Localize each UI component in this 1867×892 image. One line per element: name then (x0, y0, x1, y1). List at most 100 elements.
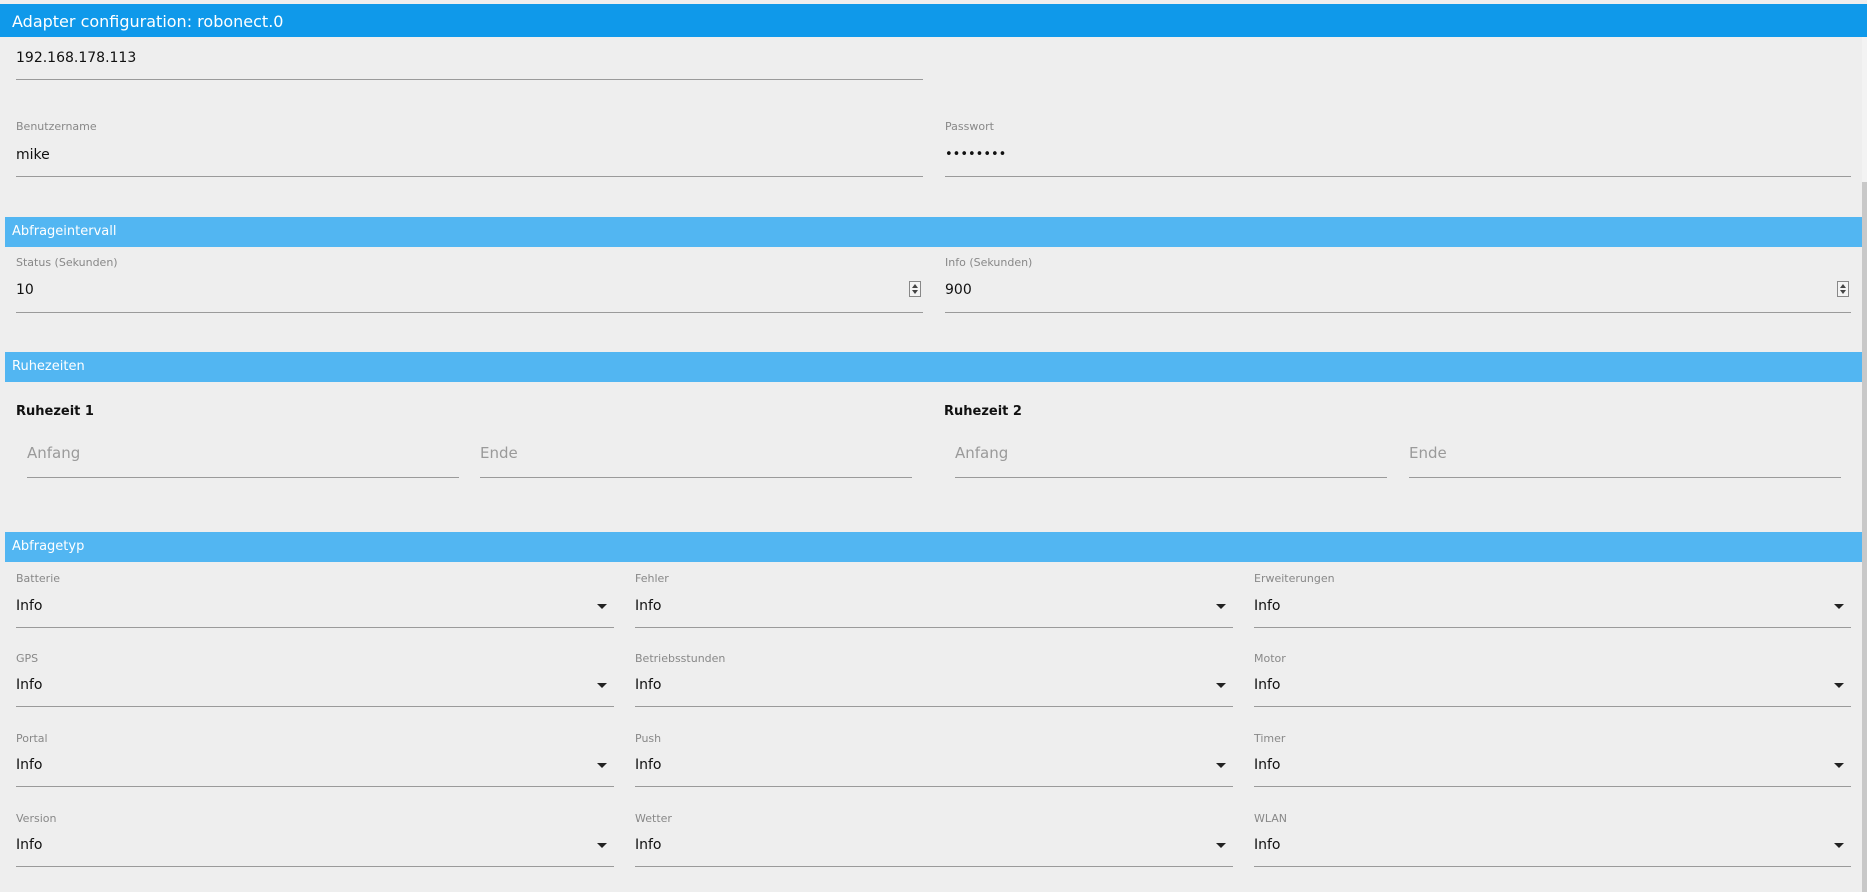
rest-time-2-end-input[interactable]: Ende (1409, 444, 1841, 478)
field-underline (16, 627, 614, 628)
spinner-up-icon[interactable] (912, 284, 918, 288)
select-value: Info (16, 757, 43, 773)
select-label: Portal (16, 732, 48, 745)
placeholder: Ende (480, 444, 518, 462)
field-underline (945, 312, 1851, 313)
field-underline (1254, 786, 1851, 787)
field-underline (635, 627, 1233, 628)
field-underline (1254, 706, 1851, 707)
dropdown-caret-icon[interactable] (1834, 683, 1844, 688)
username-field[interactable]: Benutzername mike (16, 120, 923, 177)
number-spinner-icon[interactable] (909, 281, 921, 297)
field-underline (16, 706, 614, 707)
window-title: Adapter configuration: robonect.0 (12, 12, 284, 31)
rest-time-1-end-input[interactable]: Ende (480, 444, 912, 478)
field-underline (635, 706, 1233, 707)
spinner-down-icon[interactable] (1840, 290, 1846, 294)
dropdown-caret-icon[interactable] (1834, 843, 1844, 848)
select-value: Info (1254, 598, 1281, 614)
select-extensions[interactable]: Erweiterungen Info (1254, 572, 1851, 628)
field-underline (1254, 627, 1851, 628)
field-underline (16, 79, 923, 80)
section-title: Ruhezeiten (12, 359, 85, 374)
select-value: Info (16, 677, 43, 693)
select-label: Motor (1254, 652, 1286, 665)
rest-time-1-start-input[interactable]: Anfang (27, 444, 459, 478)
select-errors[interactable]: Fehler Info (635, 572, 1233, 628)
select-label: Version (16, 812, 57, 825)
rest-time-2-heading: Ruhezeit 2 (944, 404, 1022, 419)
info-seconds-value: 900 (945, 282, 972, 298)
spinner-down-icon[interactable] (912, 290, 918, 294)
dropdown-caret-icon[interactable] (1216, 763, 1226, 768)
select-value: Info (16, 598, 43, 614)
field-underline (16, 176, 923, 177)
number-spinner-icon[interactable] (1837, 281, 1849, 297)
placeholder: Ende (1409, 444, 1447, 462)
field-underline (27, 477, 459, 478)
placeholder: Anfang (955, 444, 1009, 462)
section-header-query-type: Abfragetyp (5, 532, 1862, 562)
dropdown-caret-icon[interactable] (597, 683, 607, 688)
dropdown-caret-icon[interactable] (597, 763, 607, 768)
select-version[interactable]: Version Info (16, 812, 614, 867)
select-value: Info (1254, 757, 1281, 773)
rest-time-2-start-input[interactable]: Anfang (955, 444, 1387, 478)
select-label: Wetter (635, 812, 672, 825)
select-label: Push (635, 732, 662, 745)
field-underline (480, 477, 912, 478)
select-operating-hours[interactable]: Betriebsstunden Info (635, 652, 1233, 707)
select-label: Erweiterungen (1254, 572, 1335, 585)
username-value: mike (16, 147, 50, 163)
select-weather[interactable]: Wetter Info (635, 812, 1233, 867)
placeholder: Anfang (27, 444, 81, 462)
select-label: Betriebsstunden (635, 652, 726, 665)
select-value: Info (1254, 677, 1281, 693)
select-timer[interactable]: Timer Info (1254, 732, 1851, 787)
status-seconds-value: 10 (16, 282, 34, 298)
select-value: Info (635, 837, 662, 853)
select-label: Batterie (16, 572, 61, 585)
scrollbar-thumb[interactable] (1862, 182, 1867, 892)
select-wlan[interactable]: WLAN Info (1254, 812, 1851, 867)
select-value: Info (16, 837, 43, 853)
select-push[interactable]: Push Info (635, 732, 1233, 787)
select-label: GPS (16, 652, 39, 665)
select-label: Timer (1254, 732, 1286, 745)
section-title: Abfragetyp (12, 539, 85, 554)
spinner-up-icon[interactable] (1840, 284, 1846, 288)
dropdown-caret-icon[interactable] (1216, 843, 1226, 848)
section-header-polling-interval: Abfrageintervall (5, 217, 1862, 247)
dropdown-caret-icon[interactable] (1834, 604, 1844, 609)
status-seconds-label: Status (Sekunden) (16, 256, 118, 269)
field-underline (635, 866, 1233, 867)
field-underline (945, 176, 1851, 177)
window-titlebar: Adapter configuration: robonect.0 (0, 4, 1867, 37)
dropdown-caret-icon[interactable] (1834, 763, 1844, 768)
select-value: Info (635, 598, 662, 614)
select-label: Fehler (635, 572, 669, 585)
info-seconds-field[interactable]: Info (Sekunden) 900 (945, 256, 1851, 313)
dropdown-caret-icon[interactable] (1216, 683, 1226, 688)
dropdown-caret-icon[interactable] (1216, 604, 1226, 609)
select-value: Info (635, 757, 662, 773)
section-header-rest-times: Ruhezeiten (5, 352, 1862, 382)
select-battery[interactable]: Batterie Info (16, 572, 614, 628)
field-underline (635, 786, 1233, 787)
select-motor[interactable]: Motor Info (1254, 652, 1851, 707)
dropdown-caret-icon[interactable] (597, 843, 607, 848)
vertical-scrollbar[interactable] (1862, 37, 1867, 892)
field-underline (1409, 477, 1841, 478)
status-seconds-field[interactable]: Status (Sekunden) 10 (16, 256, 923, 313)
ip-address-value: 192.168.178.113 (16, 50, 137, 66)
password-label: Passwort (945, 120, 994, 133)
ip-address-field[interactable]: 192.168.178.113 (16, 44, 923, 80)
select-value: Info (635, 677, 662, 693)
dropdown-caret-icon[interactable] (597, 604, 607, 609)
field-underline (16, 866, 614, 867)
field-underline (955, 477, 1387, 478)
select-portal[interactable]: Portal Info (16, 732, 614, 787)
password-field[interactable]: Passwort •••••••• (945, 120, 1851, 177)
select-gps[interactable]: GPS Info (16, 652, 614, 707)
section-title: Abfrageintervall (12, 224, 117, 239)
